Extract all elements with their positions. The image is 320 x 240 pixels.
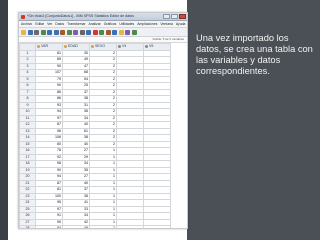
- visible-variables-indicator: Visible: 5 de 5 variables: [152, 37, 184, 41]
- scale-variable-icon: [91, 44, 94, 48]
- maximize-icon[interactable]: [171, 14, 178, 19]
- use-sets-icon[interactable]: [125, 29, 130, 35]
- data-cell[interactable]: 48: [62, 225, 90, 228]
- column-header-label: V4: [122, 44, 127, 48]
- data-cell[interactable]: [143, 225, 171, 228]
- value-labels-icon[interactable]: [118, 29, 124, 35]
- menu-item[interactable]: Transformar: [67, 21, 85, 27]
- scale-variable-icon: [64, 44, 67, 48]
- weight-cases-icon[interactable]: [105, 29, 111, 35]
- spelling-icon[interactable]: [131, 29, 137, 35]
- grid-body: 1 81 30 2 2 85 49 2 3 90 47 2 4 107 68 2 5 79 54 2 6 90 25 2 7 86…: [19, 49, 171, 228]
- window-controls: [163, 14, 186, 19]
- scale-variable-icon: [118, 44, 121, 48]
- menubar: Archivo Editar Ver Datos Transformar Analizar…: [19, 21, 187, 28]
- goto-variable-icon[interactable]: [66, 29, 72, 35]
- data-grid[interactable]: VAR EDAD SEXO V4 V5 1 81 30 2 2 85 49 2 3 90 47 2 4 107 68…: [19, 43, 187, 228]
- column-header-label: V5: [149, 44, 154, 48]
- window-title: *Sin título2 [ConjuntoDatos1] - IBM SPSS…: [27, 14, 134, 18]
- print-icon[interactable]: [34, 29, 39, 35]
- select-cases-icon[interactable]: [112, 29, 117, 35]
- menu-item[interactable]: Gráficos: [104, 21, 117, 27]
- variables-icon[interactable]: [73, 29, 78, 35]
- close-icon[interactable]: [179, 14, 186, 19]
- menu-item[interactable]: Analizar: [88, 21, 100, 27]
- column-header-label: VAR: [41, 44, 49, 48]
- menu-item[interactable]: Ventana: [160, 21, 172, 27]
- open-icon[interactable]: [21, 29, 26, 35]
- column-header-label: EDAD: [68, 44, 78, 48]
- window-titlebar: *Sin título2 [ConjuntoDatos1] - IBM SPSS…: [19, 13, 187, 21]
- undo-icon[interactable]: [47, 29, 52, 35]
- slide: *Sin título2 [ConjuntoDatos1] - IBM SPSS…: [0, 0, 320, 240]
- find-icon[interactable]: [79, 29, 85, 35]
- menu-item[interactable]: Ayuda: [176, 21, 186, 27]
- data-cell[interactable]: 1: [89, 225, 117, 228]
- menu-item[interactable]: Utilidades: [119, 21, 134, 27]
- spss-app-icon: [21, 14, 25, 19]
- save-icon[interactable]: [27, 29, 33, 35]
- insert-cases-icon[interactable]: [86, 29, 91, 35]
- goto-case-icon[interactable]: [60, 29, 65, 35]
- scale-variable-icon: [37, 44, 40, 48]
- table-row: 28 84 48 1: [19, 225, 171, 228]
- insert-variable-icon[interactable]: [92, 29, 98, 35]
- column-header-row: VAR EDAD SEXO V4 V5: [19, 43, 171, 51]
- dialog-recall-icon[interactable]: [40, 29, 46, 35]
- menu-item[interactable]: Ver: [47, 21, 52, 27]
- redo-icon[interactable]: [53, 29, 59, 35]
- menu-item[interactable]: Archivo: [21, 21, 32, 27]
- slide-caption: Una vez importado los datos, se crea una…: [196, 33, 313, 77]
- minimize-icon[interactable]: [163, 14, 170, 19]
- split-file-icon[interactable]: [99, 29, 104, 35]
- left-accent-stripe: [0, 0, 8, 240]
- toolbar: [19, 28, 187, 37]
- menu-item[interactable]: Editar: [35, 21, 44, 27]
- data-cell[interactable]: 84: [35, 225, 63, 228]
- scale-variable-icon: [145, 44, 148, 48]
- menu-item[interactable]: Ampliaciones: [137, 21, 157, 27]
- data-cell[interactable]: [116, 225, 144, 228]
- spss-data-editor-screenshot: *Sin título2 [ConjuntoDatos1] - IBM SPSS…: [18, 12, 188, 229]
- row-number[interactable]: 28: [19, 225, 36, 228]
- column-header-label: SEXO: [95, 44, 105, 48]
- menu-item[interactable]: Datos: [55, 21, 64, 27]
